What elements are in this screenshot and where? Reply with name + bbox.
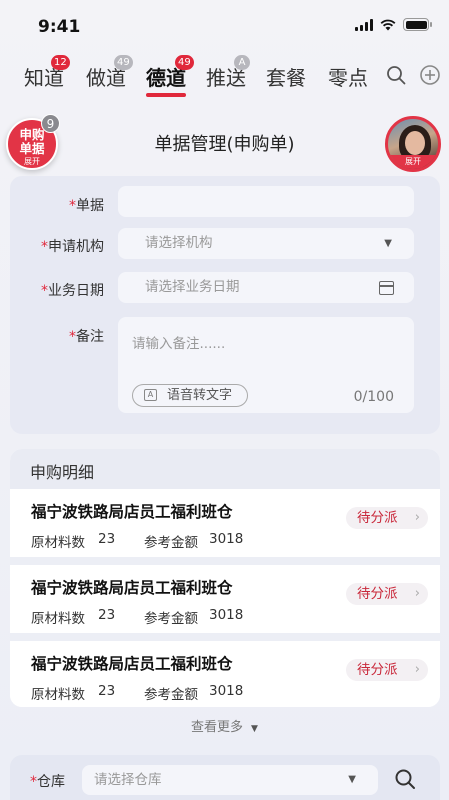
detail-header: 申购明细	[10, 449, 440, 489]
dropdown-arrow-icon: ▼	[384, 238, 392, 249]
date-picker[interactable]: 请选择业务日期	[118, 272, 414, 303]
caret-down-icon: ▼	[251, 724, 258, 734]
remark-textarea[interactable]: 请输入备注...... A 语音转文字 0/100	[118, 317, 414, 413]
status-time: 9:41	[38, 17, 81, 37]
item-qty-label: 原材料数	[31, 611, 85, 627]
item-amount-label: 参考金额	[144, 687, 198, 703]
calendar-icon	[379, 281, 394, 295]
warehouse-select[interactable]: 请选择仓库 ▼	[82, 765, 378, 795]
page-title: 单据管理(申购单)	[154, 134, 295, 155]
cellular-signal-icon	[355, 18, 373, 31]
item-amount-label: 参考金额	[144, 535, 198, 551]
date-label: *业务日期	[41, 283, 104, 299]
tab-badge: 49	[114, 55, 133, 70]
status-icons	[355, 18, 432, 31]
tab-dedao[interactable]: 德道 49	[146, 55, 194, 97]
char-counter: 0/100	[353, 389, 394, 405]
org-select[interactable]: 请选择机构 ▼	[118, 228, 414, 259]
doc-label: *单据	[69, 198, 104, 214]
wifi-icon	[380, 19, 396, 31]
status-bar: 9:41	[0, 0, 449, 50]
item-qty: 23	[98, 607, 116, 623]
tab-lingdian[interactable]: 零点	[328, 62, 368, 91]
list-item[interactable]: 福宁波铁路局店员工福利班仓 原材料数 23 参考金额 3018 待分派 ›	[10, 565, 440, 633]
form-card: *单据 *申请机构 请选择机构 ▼ *业务日期 请选择业务日期 *备注 请输入备…	[10, 176, 440, 434]
item-qty-label: 原材料数	[31, 687, 85, 703]
avatar[interactable]: 展开	[385, 116, 441, 172]
status-badge[interactable]: 待分派 ›	[346, 659, 428, 681]
item-amount-label: 参考金额	[144, 611, 198, 627]
warehouse-search-icon[interactable]	[394, 768, 416, 790]
tab-taocan[interactable]: 套餐	[266, 62, 306, 91]
warehouse-card: *仓库 请选择仓库 ▼	[10, 755, 440, 800]
item-amount: 3018	[209, 683, 244, 699]
item-qty-label: 原材料数	[31, 535, 85, 551]
top-tab-bar: 知道 12 做道 49 德道 49 推送 A 套餐 零点	[0, 52, 449, 100]
tab-tuisong[interactable]: 推送 A	[206, 55, 250, 91]
remark-label: *备注	[69, 329, 104, 345]
item-divider	[10, 633, 440, 641]
list-item[interactable]: 福宁波铁路局店员工福利班仓 原材料数 23 参考金额 3018 待分派 ›	[10, 641, 440, 707]
item-qty: 23	[98, 531, 116, 547]
tab-badge: A	[234, 55, 250, 70]
item-qty: 23	[98, 683, 116, 699]
avatar-expand: 展开	[388, 155, 438, 169]
chevron-right-icon: ›	[414, 586, 420, 601]
tab-zuodao[interactable]: 做道 49	[86, 55, 133, 91]
tab-badge: 12	[51, 55, 70, 70]
detail-title: 申购明细	[30, 463, 95, 482]
item-name: 福宁波铁路局店员工福利班仓	[31, 655, 233, 673]
dropdown-arrow-icon: ▼	[348, 774, 356, 785]
tab-zhidao[interactable]: 知道 12	[24, 55, 70, 91]
tab-label: 零点	[328, 66, 368, 90]
list-item[interactable]: 福宁波铁路局店员工福利班仓 原材料数 23 参考金额 3018 待分派 ›	[10, 489, 440, 557]
doc-input[interactable]	[118, 186, 414, 217]
avatar-face	[405, 131, 425, 155]
search-icon[interactable]	[385, 64, 407, 86]
item-amount: 3018	[209, 531, 244, 547]
item-amount: 3018	[209, 607, 244, 623]
tab-badge: 49	[175, 55, 194, 70]
item-name: 福宁波铁路局店员工福利班仓	[31, 503, 233, 521]
org-label: *申请机构	[41, 239, 104, 255]
tab-label: 套餐	[266, 66, 306, 90]
battery-icon	[403, 18, 432, 31]
page-header: 申购 单据 展开 9 单据管理(申购单) 展开	[0, 108, 449, 172]
chevron-right-icon: ›	[414, 510, 420, 525]
detail-card: 申购明细 福宁波铁路局店员工福利班仓 原材料数 23 参考金额 3018 待分派…	[10, 449, 440, 707]
chevron-right-icon: ›	[414, 662, 420, 677]
view-more-link[interactable]: 查看更多 ▼	[0, 716, 449, 735]
item-divider	[10, 557, 440, 565]
warehouse-label: *仓库	[30, 774, 65, 790]
voice-to-text-button[interactable]: A 语音转文字	[132, 384, 248, 407]
status-badge[interactable]: 待分派 ›	[346, 583, 428, 605]
voice-text-icon: A	[144, 389, 157, 401]
item-name: 福宁波铁路局店员工福利班仓	[31, 579, 233, 597]
active-tab-underline	[146, 93, 186, 97]
status-badge[interactable]: 待分派 ›	[346, 507, 428, 529]
request-doc-expand: 展开	[24, 157, 40, 166]
add-circle-icon[interactable]	[419, 64, 441, 86]
